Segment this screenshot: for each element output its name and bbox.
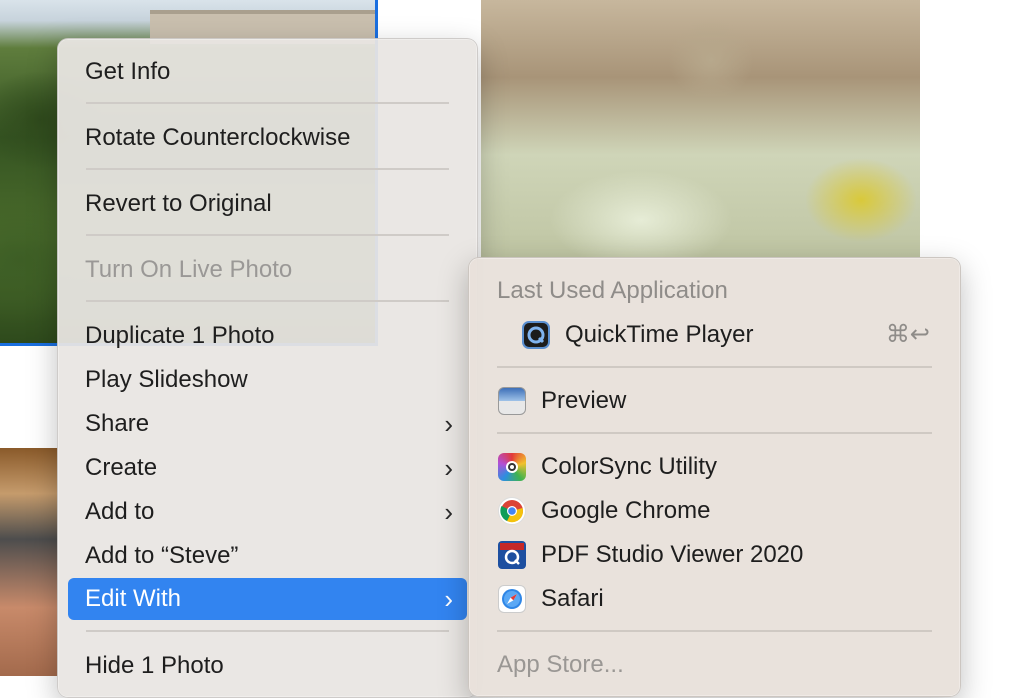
submenu-item-safari[interactable]: Safari [479, 579, 950, 619]
menu-item-play-slideshow[interactable]: Play Slideshow [68, 360, 467, 400]
menu-separator [86, 168, 449, 170]
chevron-right-icon: › [444, 409, 453, 439]
menu-separator [86, 300, 449, 302]
menu-separator [497, 432, 932, 434]
menu-item-add-to-steve[interactable]: Add to “Steve” [68, 536, 467, 576]
submenu-item-preview[interactable]: Preview [479, 381, 950, 421]
colorsync-icon [498, 453, 526, 481]
submenu-header-last-used: Last Used Application [497, 277, 728, 304]
menu-item-add-to[interactable]: Add to › [68, 492, 467, 532]
menu-item-hide-photo[interactable]: Hide 1 Photo [68, 646, 467, 686]
menu-item-revert-to-original[interactable]: Revert to Original [68, 184, 467, 224]
safari-icon [498, 585, 526, 613]
menu-item-duplicate-photo[interactable]: Duplicate 1 Photo [68, 316, 467, 356]
menu-separator [86, 234, 449, 236]
submenu-item-pdf-studio[interactable]: PDF Studio Viewer 2020 [479, 535, 950, 575]
menu-separator [497, 366, 932, 368]
submenu-item-chrome[interactable]: Google Chrome [479, 491, 950, 531]
context-menu: Get Info Rotate Counterclockwise Revert … [57, 38, 478, 698]
menu-item-edit-with[interactable]: Edit With › [68, 578, 467, 620]
chevron-right-icon: › [444, 497, 453, 527]
photo-thumbnail-party[interactable] [481, 0, 920, 258]
photo-thumbnail-person[interactable] [0, 448, 58, 676]
preview-icon [498, 387, 526, 415]
menu-item-rotate-counterclockwise[interactable]: Rotate Counterclockwise [68, 118, 467, 158]
menu-separator [86, 102, 449, 104]
submenu-item-quicktime[interactable]: QuickTime Player ⌘↩ [479, 315, 950, 355]
menu-separator [86, 630, 449, 632]
chrome-icon [498, 497, 526, 525]
submenu-item-app-store[interactable]: App Store... [479, 645, 950, 685]
menu-item-get-info[interactable]: Get Info [68, 52, 467, 92]
menu-item-share[interactable]: Share › [68, 404, 467, 444]
menu-item-create[interactable]: Create › [68, 448, 467, 488]
edit-with-submenu: Last Used Application QuickTime Player ⌘… [468, 257, 961, 697]
menu-item-turn-on-live-photo: Turn On Live Photo [85, 256, 293, 283]
shortcut-label: ⌘↩ [885, 321, 930, 348]
chevron-right-icon: › [444, 453, 453, 483]
pdf-studio-icon [498, 541, 526, 569]
menu-separator [497, 630, 932, 632]
chevron-right-icon: › [444, 584, 453, 614]
submenu-item-colorsync[interactable]: ColorSync Utility [479, 447, 950, 487]
quicktime-icon [522, 321, 550, 349]
